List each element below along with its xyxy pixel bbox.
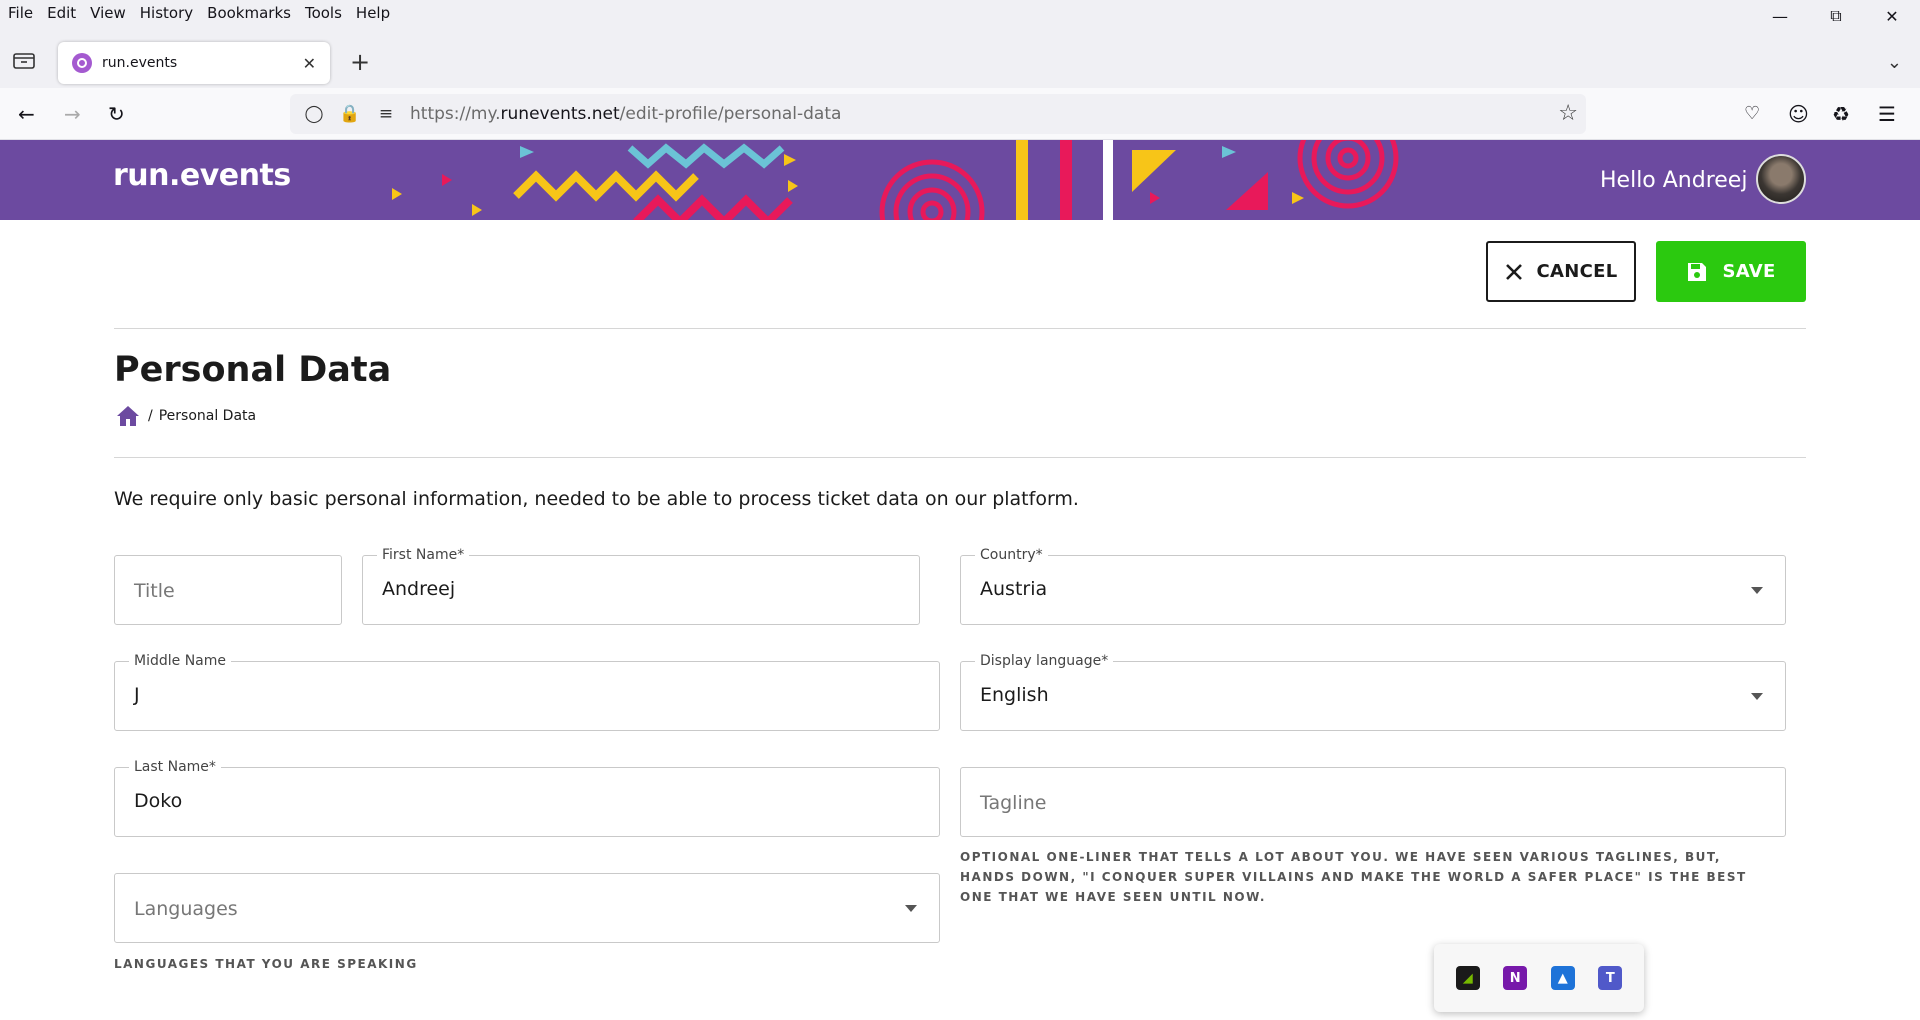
middle-name-label: Middle Name [129, 653, 231, 669]
avatar[interactable] [1756, 154, 1806, 204]
intro-text: We require only basic personal informati… [114, 488, 1079, 510]
country-label: Country* [975, 547, 1048, 563]
shield-icon[interactable]: ◯ [302, 104, 326, 124]
first-name-value: Andreej [382, 578, 456, 600]
title-field[interactable]: Title [114, 555, 342, 625]
display-language-label: Display language* [975, 653, 1114, 669]
languages-placeholder: Languages [134, 898, 238, 920]
divider-bottom [114, 457, 1806, 458]
last-name-field[interactable]: Last Name* Doko [114, 759, 940, 837]
cancel-button[interactable]: CANCEL [1486, 241, 1636, 302]
tagline-help-text: OPTIONAL ONE-LINER THAT TELLS A LOT ABOU… [960, 850, 1747, 904]
title-placeholder: Title [134, 580, 175, 602]
caret-down-icon [1751, 693, 1763, 700]
bookmark-star-icon[interactable]: ☆ [1558, 102, 1578, 126]
cancel-label: CANCEL [1536, 261, 1618, 282]
last-name-label: Last Name* [129, 759, 221, 775]
menu-edit[interactable]: Edit [41, 4, 82, 22]
languages-select[interactable]: Languages [114, 873, 940, 943]
onenote-icon[interactable]: N [1503, 966, 1528, 990]
teams-icon[interactable]: T [1598, 966, 1623, 990]
site-logo[interactable]: run.events [113, 158, 291, 193]
hamburger-menu-icon[interactable]: ☰ [1878, 102, 1896, 126]
extensions-icon[interactable]: ♻ [1832, 102, 1850, 126]
breadcrumb: / Personal Data [116, 405, 256, 427]
address-bar[interactable]: ◯ 🔒 ≡ https://my.runevents.net/edit-prof… [290, 94, 1586, 134]
display-language-select[interactable]: Display language* English [960, 653, 1786, 731]
home-icon[interactable] [116, 405, 140, 427]
tab-bar: run.events ✕ + ⌄ [0, 26, 1920, 88]
lock-icon[interactable]: 🔒 [338, 104, 362, 124]
tab-list-icon[interactable] [12, 50, 36, 70]
account-icon[interactable]: ☺ [1788, 102, 1809, 126]
menu-tools[interactable]: Tools [299, 4, 348, 22]
menu-file[interactable]: File [2, 4, 39, 22]
close-tab-icon[interactable]: ✕ [303, 54, 316, 73]
pocket-icon[interactable]: ♡ [1744, 102, 1760, 126]
system-tray-overflow: ◢ N ▲ T [1434, 944, 1644, 1012]
browser-menubar: File Edit View History Bookmarks Tools H… [0, 0, 1920, 26]
display-language-value: English [980, 684, 1049, 706]
last-name-value: Doko [134, 790, 183, 812]
menu-help[interactable]: Help [350, 4, 396, 22]
save-button[interactable]: SAVE [1656, 241, 1806, 302]
middle-name-field[interactable]: Middle Name J [114, 653, 940, 731]
floppy-disk-icon [1686, 261, 1708, 283]
save-label: SAVE [1722, 261, 1776, 282]
caret-down-icon [905, 905, 917, 912]
back-arrow-icon[interactable]: ← [18, 102, 35, 126]
site-header: run.events Hello Andreej [0, 140, 1920, 220]
first-name-field[interactable]: First Name* Andreej [362, 547, 920, 625]
url-text: https://my.runevents.net/edit-profile/pe… [410, 104, 842, 124]
permissions-icon[interactable]: ≡ [374, 104, 398, 124]
tab-run-events[interactable]: run.events ✕ [58, 42, 330, 84]
country-value: Austria [980, 578, 1048, 600]
menu-bookmarks[interactable]: Bookmarks [201, 4, 297, 22]
languages-help-text: LANGUAGES THAT YOU ARE SPEAKING [114, 957, 418, 971]
middle-name-value: J [134, 684, 140, 706]
reload-icon[interactable]: ↻ [108, 102, 125, 126]
tagline-field[interactable]: Tagline [960, 767, 1786, 837]
divider-top [114, 328, 1806, 329]
chevron-down-icon[interactable]: ⌄ [1887, 52, 1902, 73]
forward-arrow-icon[interactable]: → [64, 102, 81, 126]
menu-history[interactable]: History [134, 4, 199, 22]
new-tab-icon[interactable]: + [350, 50, 370, 74]
caret-down-icon [1751, 587, 1763, 594]
decorative-banner-pattern [392, 140, 1399, 220]
defender-icon[interactable]: ▲ [1550, 966, 1575, 990]
breadcrumb-separator: / [148, 408, 153, 424]
first-name-label: First Name* [377, 547, 470, 563]
country-select[interactable]: Country* Austria [960, 547, 1786, 625]
page-title: Personal Data [114, 350, 392, 390]
user-greeting[interactable]: Hello Andreej [1600, 168, 1747, 193]
breadcrumb-current: Personal Data [158, 408, 257, 424]
nvidia-icon[interactable]: ◢ [1455, 966, 1480, 990]
close-icon [1505, 263, 1523, 281]
navigation-bar: ← → ↻ ◯ 🔒 ≡ https://my.runevents.net/edi… [0, 88, 1920, 140]
run-events-favicon-icon [72, 53, 92, 73]
menu-view[interactable]: View [84, 4, 132, 22]
tab-title: run.events [102, 55, 178, 71]
tagline-placeholder: Tagline [980, 792, 1047, 814]
